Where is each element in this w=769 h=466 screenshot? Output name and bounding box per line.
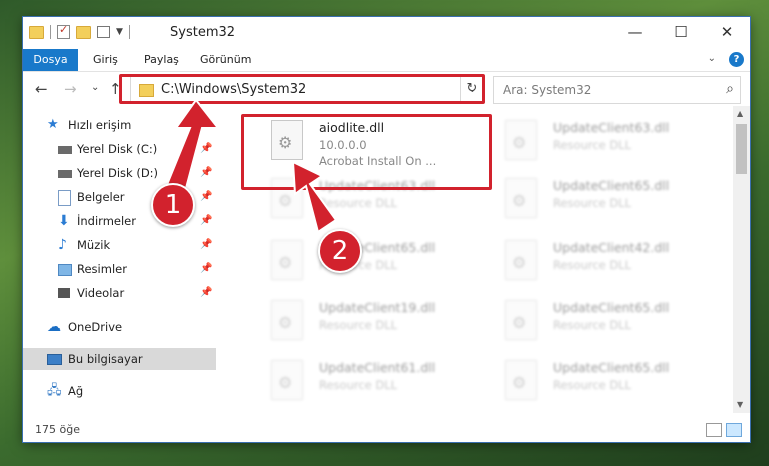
arrow-2-shape [291, 160, 338, 234]
step-1-badge: 1 [151, 183, 195, 227]
annotation-arrows [162, 98, 338, 234]
step-2-badge: 2 [318, 229, 362, 273]
arrow-1-shape [162, 98, 221, 193]
